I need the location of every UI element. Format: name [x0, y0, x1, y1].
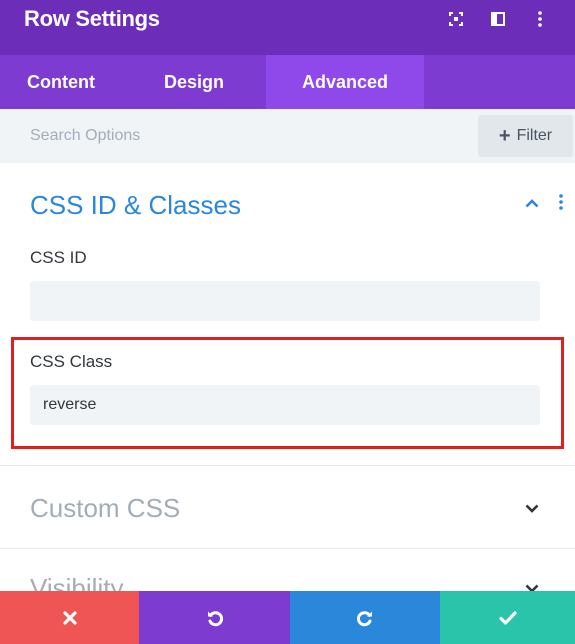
css-class-label: CSS Class: [30, 352, 113, 371]
css-class-input[interactable]: [30, 385, 540, 425]
modal-title: Row Settings: [24, 5, 160, 31]
settings-tabs: Content Design Advanced: [0, 55, 575, 109]
redo-icon: [356, 610, 372, 626]
header-actions: [435, 8, 561, 30]
section-title: CSS ID & Classes: [30, 189, 241, 220]
search-bar: + Filter: [0, 109, 575, 163]
section-divider: [0, 465, 575, 466]
chevron-up-icon[interactable]: [525, 195, 539, 213]
modal-footer: [0, 591, 575, 644]
cancel-button[interactable]: [0, 591, 139, 644]
tab-design[interactable]: Design: [122, 55, 266, 109]
css-id-input[interactable]: [30, 281, 540, 321]
tab-content[interactable]: Content: [0, 55, 122, 109]
section-css-id-classes[interactable]: CSS ID & Classes: [0, 185, 575, 225]
plus-icon: +: [498, 125, 511, 147]
close-icon: [62, 610, 77, 625]
section-custom-css[interactable]: Custom CSS: [0, 488, 575, 528]
redo-button[interactable]: [290, 591, 440, 644]
modal-header: Row Settings: [0, 0, 575, 55]
split-view-icon[interactable]: [477, 8, 519, 30]
css-id-label: CSS ID: [30, 248, 87, 267]
undo-button[interactable]: [139, 591, 290, 644]
search-input[interactable]: [30, 127, 450, 145]
chevron-down-icon[interactable]: [525, 500, 539, 518]
tab-advanced[interactable]: Advanced: [266, 55, 424, 109]
section-options-icon[interactable]: [559, 194, 563, 215]
save-button[interactable]: [440, 591, 575, 644]
expand-icon[interactable]: [435, 8, 477, 30]
filter-button[interactable]: + Filter: [478, 115, 573, 157]
section-title: Custom CSS: [30, 492, 181, 523]
section-divider: [0, 548, 575, 549]
check-icon: [498, 610, 517, 625]
filter-label: Filter: [516, 127, 553, 144]
more-vertical-icon[interactable]: [519, 8, 561, 30]
undo-icon: [207, 610, 223, 626]
